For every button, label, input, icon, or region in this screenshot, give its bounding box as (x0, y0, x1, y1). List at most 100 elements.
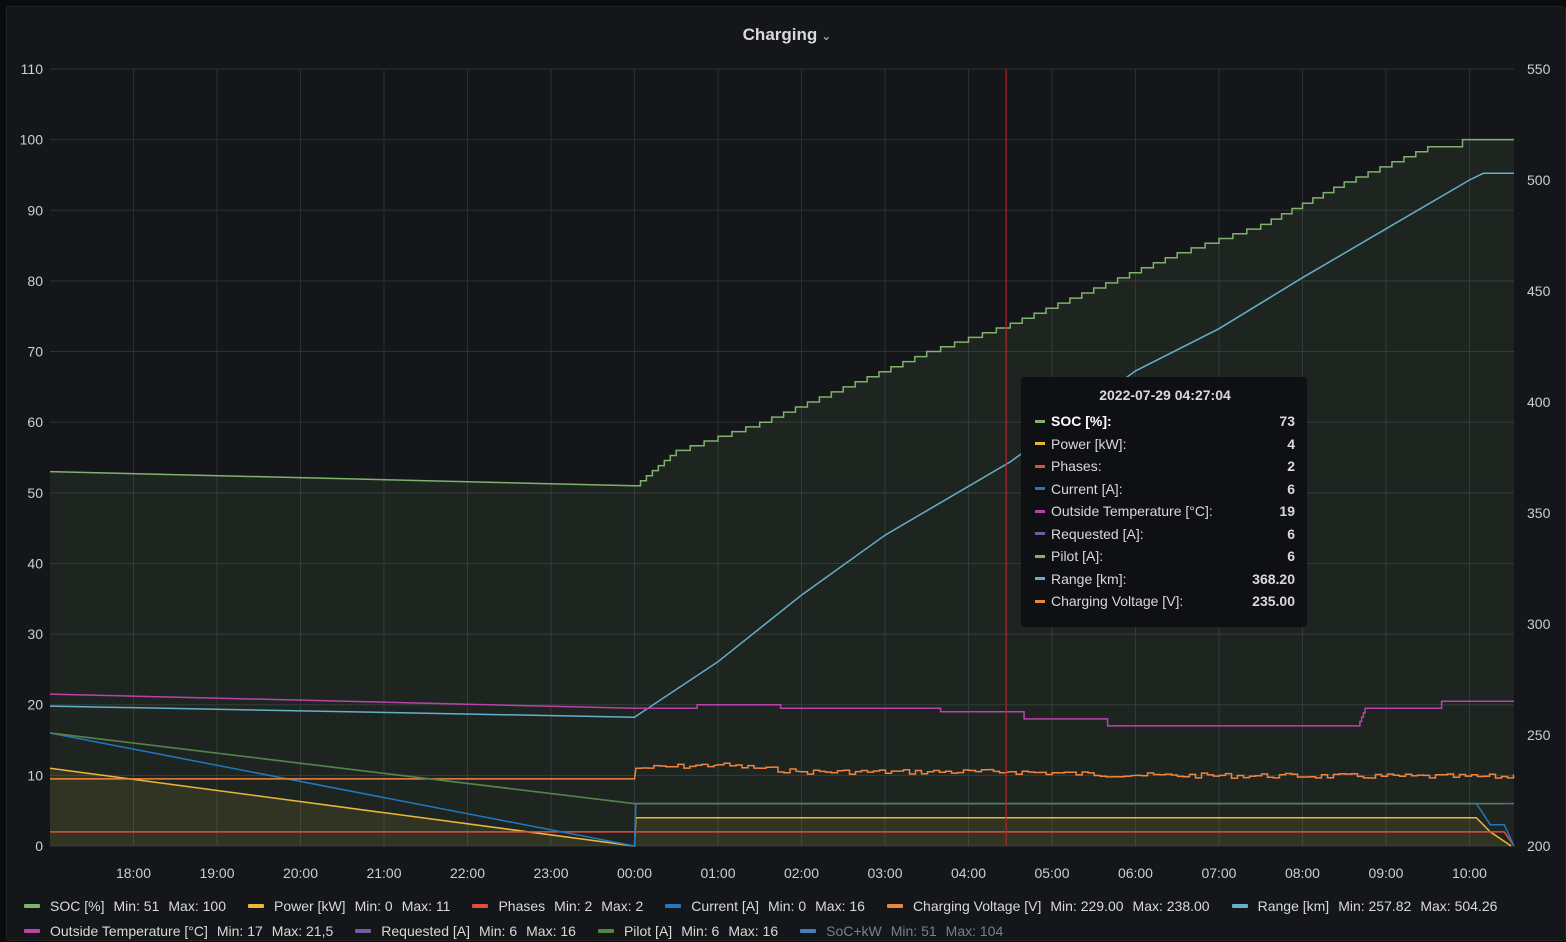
legend-min: Min: 2 (554, 898, 593, 914)
tooltip-series-name: SOC [%]: (1051, 413, 1112, 430)
legend-series-name: SoC+kW (826, 923, 882, 939)
chart-legend: SOC [%] Min: 51 Max: 100 Power [kW] Min: 0 Ma… (24, 892, 1564, 942)
y-right-tick-label: 350 (1527, 505, 1551, 521)
y-right-tick-label: 200 (1527, 838, 1551, 854)
legend-series-name: Phases (498, 898, 546, 914)
x-tick-label: 01:00 (700, 865, 735, 881)
legend-swatch (247, 904, 264, 908)
tooltip-time: 2022-07-29 04:27:04 (1099, 387, 1231, 403)
tooltip-row: Outside Temperature [°C]: 19 (1035, 500, 1295, 523)
legend-min: Min: 0 (354, 898, 393, 914)
x-tick-label: 07:00 (1201, 865, 1236, 881)
tooltip-series-value: 6 (1287, 480, 1295, 497)
tooltip-series-name: Range [km]: (1051, 570, 1127, 587)
x-tick-label: 06:00 (1118, 865, 1153, 881)
legend-series-name: Range [km] (1257, 898, 1330, 914)
tooltip-series-name: Current [A]: (1051, 480, 1123, 497)
legend-item[interactable]: Current [A] Min: 0 Max: 16 (665, 895, 874, 917)
legend-swatch (886, 904, 903, 908)
tooltip-series-name: Requested [A]: (1051, 525, 1144, 542)
chart-plot[interactable]: 0102030405060708090100110200250300350400… (0, 0, 1566, 890)
y-right-tick-label: 450 (1527, 283, 1551, 299)
legend-series-name: Outside Temperature [°C] (50, 923, 208, 939)
legend-item[interactable]: Range [km] Min: 257.82 Max: 504.26 (1231, 895, 1507, 917)
x-tick-label: 00:00 (617, 865, 652, 881)
x-tick-label: 05:00 (1034, 865, 1069, 881)
y-left-tick-label: 70 (27, 344, 43, 360)
legend-item[interactable]: Power [kW] Min: 0 Max: 11 (247, 895, 459, 917)
legend-max: Max: 16 (526, 923, 576, 939)
y-right-tick-label: 250 (1527, 727, 1551, 743)
legend-min: Min: 0 (768, 898, 807, 914)
tooltip-series-name: Phases: (1051, 458, 1102, 475)
tooltip-row: Requested [A]: 6 (1035, 523, 1295, 546)
legend-item[interactable]: SoC+kW Min: 51 Max: 104 (800, 920, 1012, 942)
series-swatch (1035, 532, 1045, 536)
legend-item[interactable]: Requested [A] Min: 6 Max: 16 (355, 920, 585, 942)
y-left-tick-label: 20 (27, 697, 43, 713)
legend-max: Max: 11 (401, 898, 451, 914)
legend-max: Max: 16 (815, 898, 865, 914)
x-tick-label: 02:00 (784, 865, 819, 881)
legend-min: Min: 229.00 (1050, 898, 1124, 914)
y-left-tick-label: 100 (20, 132, 44, 148)
legend-item[interactable]: Outside Temperature [°C] Min: 17 Max: 21,5 (24, 920, 342, 942)
legend-max: Max: 104 (945, 923, 1004, 939)
x-tick-label: 23:00 (533, 865, 568, 881)
legend-max: Max: 238.00 (1132, 898, 1210, 914)
y-left-tick-label: 50 (27, 485, 43, 501)
legend-min: Min: 6 (479, 923, 518, 939)
tooltip-series-value: 368.20 (1252, 570, 1295, 587)
y-right-tick-label: 400 (1527, 394, 1551, 410)
tooltip-series-value: 2 (1287, 458, 1295, 475)
legend-series-name: Power [kW] (273, 898, 346, 914)
legend-min: Min: 51 (890, 923, 937, 939)
tooltip-row: Range [km]: 368.20 (1035, 568, 1295, 591)
legend-swatch (800, 929, 817, 933)
legend-max: Max: 100 (168, 898, 226, 914)
x-tick-label: 10:00 (1452, 865, 1487, 881)
x-tick-label: 20:00 (283, 865, 318, 881)
legend-swatch (665, 904, 682, 908)
tooltip-row: Power [kW]: 4 (1035, 433, 1295, 456)
legend-item[interactable]: Phases Min: 2 Max: 2 (472, 895, 652, 917)
legend-item[interactable]: Pilot [A] Min: 6 Max: 16 (597, 920, 787, 942)
legend-item[interactable]: SOC [%] Min: 51 Max: 100 (24, 895, 235, 917)
y-left-tick-label: 0 (35, 838, 43, 854)
legend-item[interactable]: Charging Voltage [V] Min: 229.00 Max: 238.… (886, 895, 1219, 917)
hover-tooltip: 2022-07-29 04:27:04 SOC [%]: 73 Power [kW]… (1021, 377, 1307, 627)
series-swatch (1035, 419, 1045, 423)
tooltip-series-value: 19 (1279, 503, 1295, 520)
tooltip-series-value: 6 (1287, 525, 1295, 542)
series-swatch (1035, 577, 1045, 581)
y-right-tick-label: 500 (1527, 172, 1551, 188)
tooltip-series-name: Charging Voltage [V]: (1051, 593, 1184, 610)
legend-max: Max: 16 (728, 923, 779, 939)
series-swatch (1035, 509, 1045, 513)
legend-min: Min: 6 (681, 923, 720, 939)
tooltip-series-name: Power [kW]: (1051, 435, 1127, 452)
x-tick-label: 03:00 (867, 865, 902, 881)
x-tick-label: 18:00 (116, 865, 151, 881)
legend-swatch (1231, 904, 1248, 908)
legend-swatch (24, 904, 40, 908)
x-tick-label: 21:00 (366, 865, 401, 881)
legend-max: Max: 21,5 (271, 923, 334, 939)
legend-series-name: Current [A] (691, 898, 759, 914)
legend-swatch (597, 929, 614, 933)
x-tick-label: 22:00 (450, 865, 485, 881)
y-left-tick-label: 80 (27, 273, 43, 289)
x-tick-label: 04:00 (951, 865, 986, 881)
tooltip-series-value: 6 (1287, 548, 1295, 565)
legend-series-name: Requested [A] (381, 923, 470, 939)
legend-series-name: Pilot [A] (623, 923, 673, 939)
y-right-tick-label: 300 (1527, 616, 1551, 632)
y-left-tick-label: 10 (27, 767, 43, 783)
y-left-tick-label: 30 (27, 626, 43, 642)
tooltip-series-name: Pilot [A]: (1051, 548, 1104, 565)
legend-max: Max: 2 (601, 898, 644, 914)
legend-min: Min: 257.82 (1338, 898, 1412, 914)
y-left-tick-label: 90 (27, 202, 43, 218)
y-left-tick-label: 40 (27, 555, 43, 571)
series-swatch (1035, 487, 1045, 491)
